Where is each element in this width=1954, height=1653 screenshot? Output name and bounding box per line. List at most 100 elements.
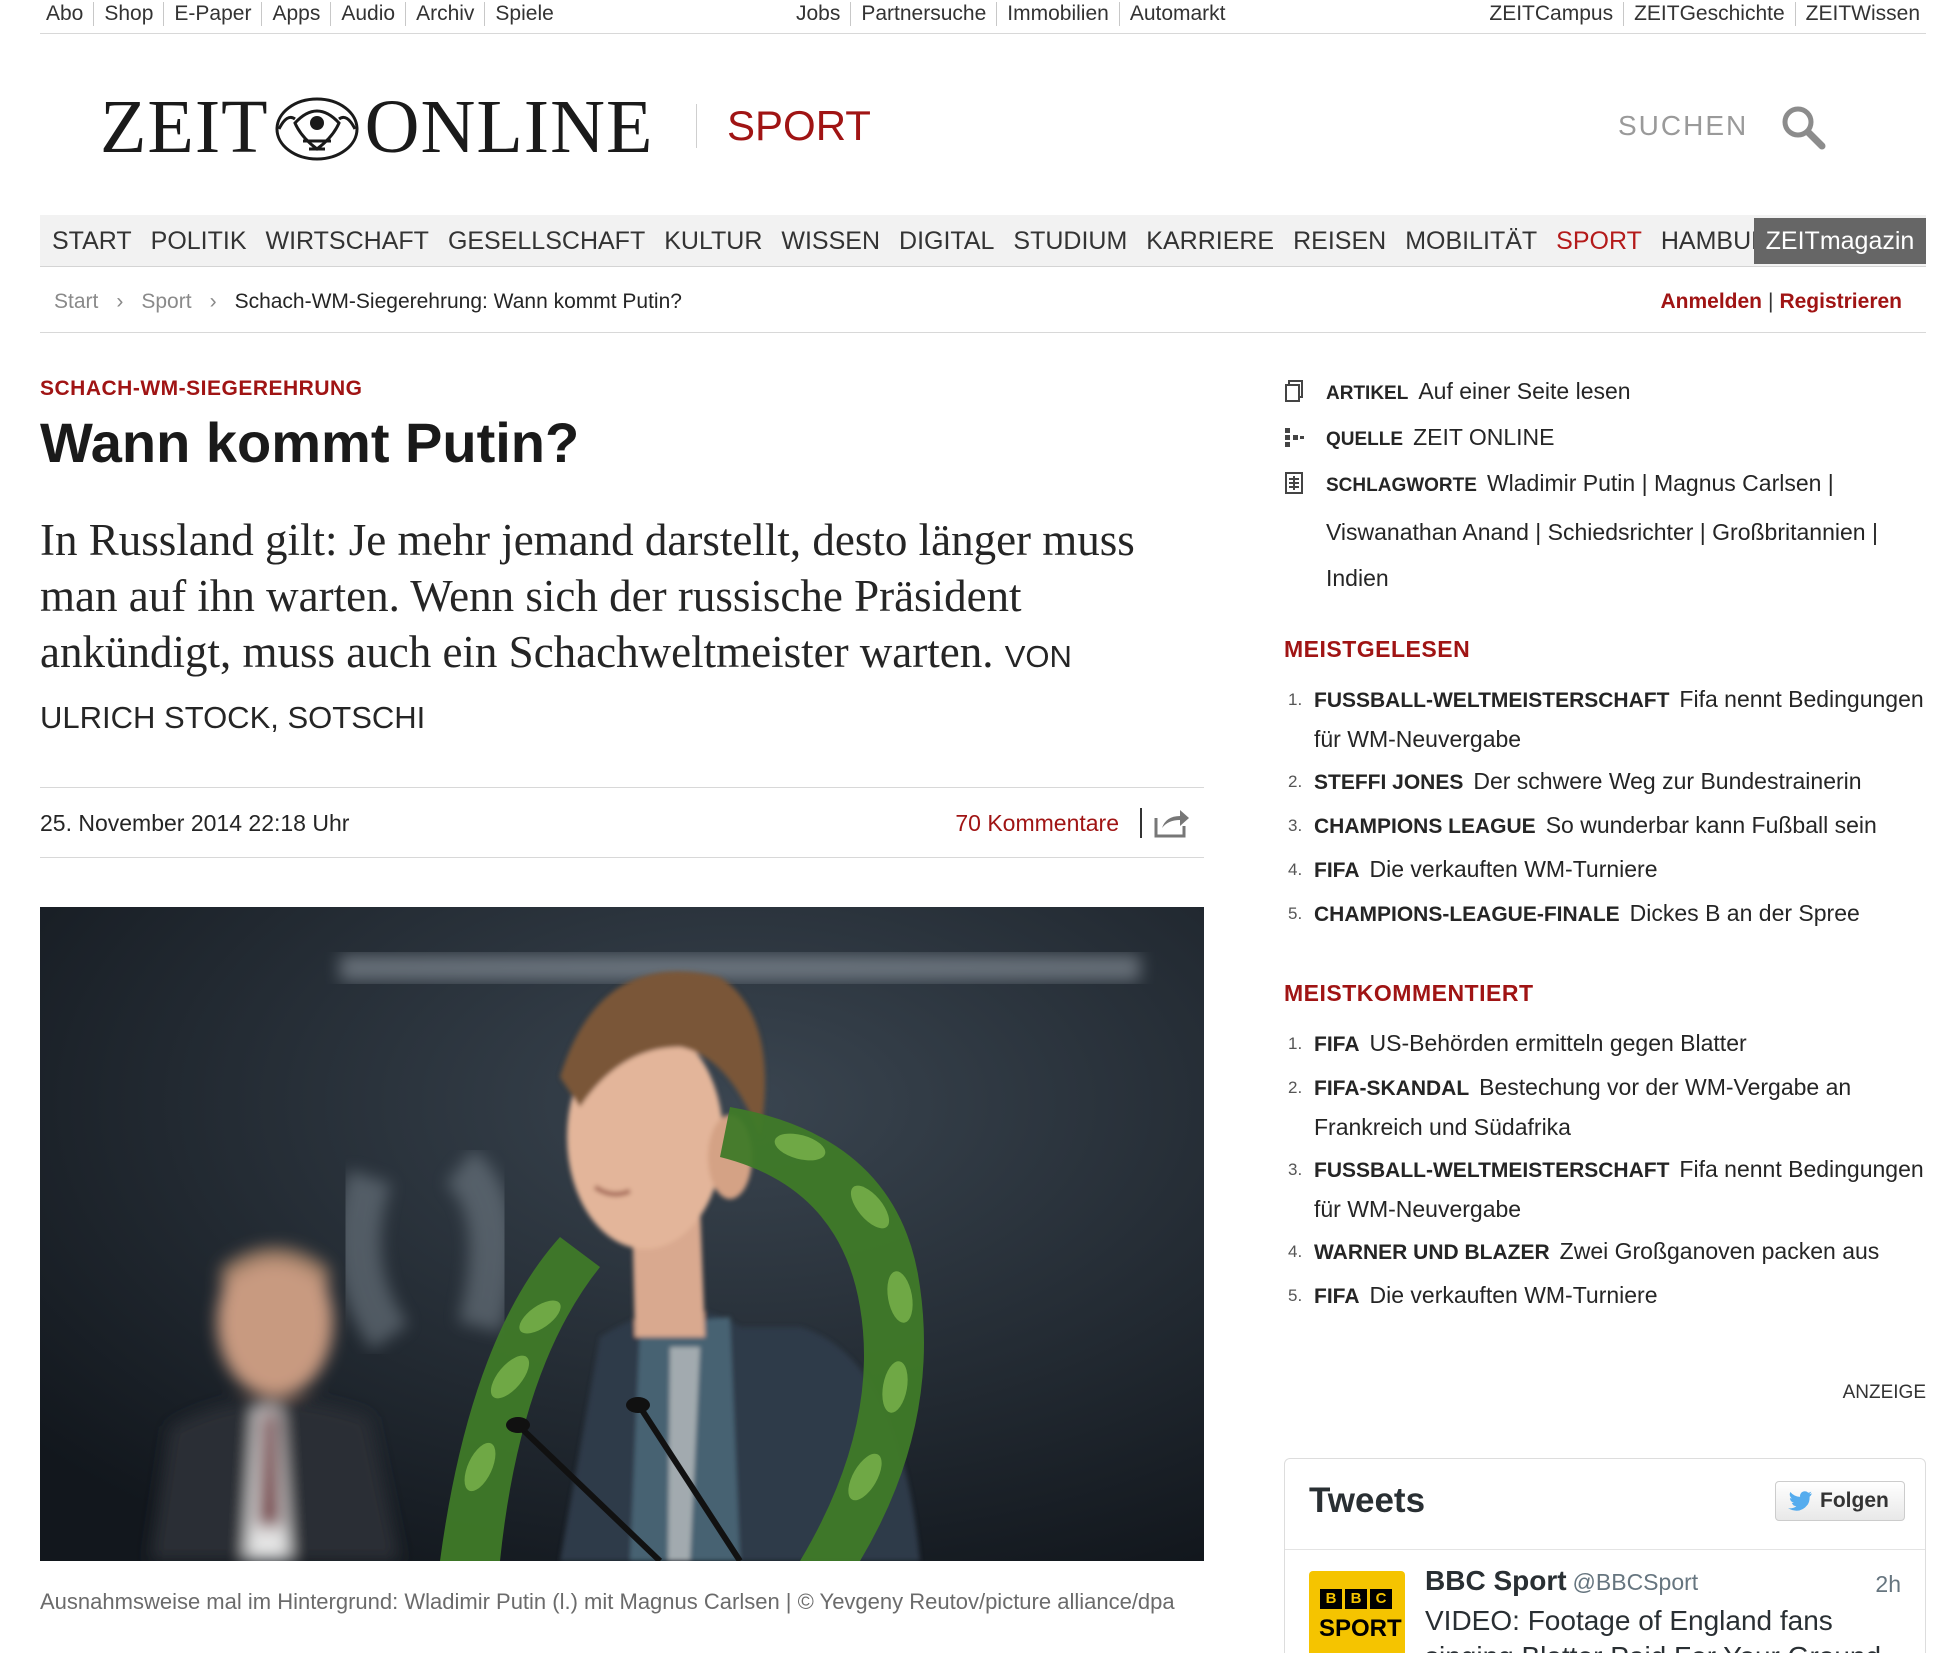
breadcrumb-start[interactable]: Start bbox=[54, 290, 98, 313]
nav-item-studium[interactable]: STUDIUM bbox=[1013, 227, 1127, 256]
avatar[interactable]: B B C SPORT bbox=[1309, 1571, 1405, 1653]
article-kicker: SCHACH-WM-SIEGEREHRUNG bbox=[40, 377, 363, 400]
page-icon bbox=[1285, 380, 1303, 402]
nav-item-reisen[interactable]: REISEN bbox=[1293, 227, 1386, 256]
meta-row-quelle: QUELLE ZEIT ONLINE bbox=[1284, 414, 1555, 463]
service-nav: Abo Shop E-Paper Apps Audio Archiv Spiel… bbox=[40, 0, 1926, 34]
list-item[interactable]: 4. FIFA Die verkauften WM-Turniere bbox=[1284, 850, 1926, 890]
service-link-apps[interactable]: Apps bbox=[262, 2, 332, 26]
nav-item-politik[interactable]: POLITIK bbox=[151, 227, 247, 256]
source-icon bbox=[1285, 428, 1304, 447]
share-icon[interactable] bbox=[1154, 806, 1190, 838]
register-link[interactable]: Registrieren bbox=[1779, 290, 1902, 313]
follow-button[interactable]: Folgen bbox=[1775, 1481, 1905, 1521]
photo-illustration bbox=[40, 907, 1204, 1561]
service-link-automarkt[interactable]: Automarkt bbox=[1120, 2, 1236, 26]
account-links: Anmelden | Registrieren bbox=[1660, 290, 1902, 314]
service-nav-left: Abo Shop E-Paper Apps Audio Archiv Spiel… bbox=[36, 2, 564, 26]
service-link-immobilien[interactable]: Immobilien bbox=[997, 2, 1120, 26]
article-photo bbox=[40, 907, 1204, 1561]
single-page-link[interactable]: Auf einer Seite lesen bbox=[1418, 378, 1630, 404]
list-item[interactable]: 1. FUSSBALL-WELTMEISTERSCHAFT Fifa nennt B… bbox=[1284, 680, 1926, 758]
tweet-author[interactable]: BBC Sport @BBCSport bbox=[1425, 1565, 1698, 1597]
service-link-abo[interactable]: Abo bbox=[36, 2, 95, 26]
search-label[interactable]: SUCHEN bbox=[1618, 110, 1748, 142]
bbc-logo-icon: B B C bbox=[1320, 1589, 1392, 1609]
service-link-zeitwissen[interactable]: ZEITWissen bbox=[1796, 2, 1930, 26]
login-link[interactable]: Anmelden bbox=[1660, 290, 1762, 313]
nav-item-karriere[interactable]: KARRIERE bbox=[1146, 227, 1274, 256]
tweets-title: Tweets bbox=[1309, 1481, 1426, 1520]
article-headline: Wann kommt Putin? bbox=[40, 411, 580, 474]
meta-row-schlagworte: SCHLAGWORTE Wladimir Putin | Magnus Carls… bbox=[1284, 460, 1904, 601]
site-logo[interactable]: ZEIT ONLINE bbox=[100, 84, 653, 171]
photo-caption: Ausnahmsweise mal im Hintergrund: Wladim… bbox=[40, 1589, 1175, 1614]
service-link-partnersuche[interactable]: Partnersuche bbox=[851, 2, 998, 26]
list-item[interactable]: 4. WARNER UND BLAZER Zwei Großganoven pack… bbox=[1284, 1232, 1926, 1272]
meta-label-artikel: ARTIKEL bbox=[1326, 383, 1409, 404]
comments-link[interactable]: 70 Kommentare bbox=[955, 810, 1119, 837]
twitter-widget: Tweets Folgen B B C SPORT BBC Sport @BBCS… bbox=[1284, 1458, 1926, 1653]
meta-label-quelle: QUELLE bbox=[1326, 429, 1404, 450]
list-item[interactable]: 5. CHAMPIONS-LEAGUE-FINALE Dickes B an der… bbox=[1284, 894, 1926, 934]
logo-text-zeit: ZEIT bbox=[100, 85, 269, 169]
list-item[interactable]: 1. FIFA US-Behörden ermitteln gegen Blatte… bbox=[1284, 1024, 1926, 1064]
service-link-zeitcampus[interactable]: ZEITCampus bbox=[1479, 2, 1625, 26]
nav-item-start[interactable]: START bbox=[52, 227, 132, 256]
meistkommentiert-list: 1. FIFA US-Behörden ermitteln gegen Blatte… bbox=[1284, 1024, 1926, 1320]
follow-label: Folgen bbox=[1820, 1489, 1889, 1512]
meistgelesen-title: MEISTGELESEN bbox=[1284, 636, 1471, 662]
divider bbox=[1285, 1549, 1925, 1550]
service-nav-center: Jobs Partnersuche Immobilien Automarkt bbox=[786, 2, 1236, 26]
tweet-author-handle: @BBCSport bbox=[1572, 1569, 1699, 1595]
meta-separator bbox=[1140, 808, 1142, 838]
ad-label: ANZEIGE bbox=[1842, 1382, 1926, 1403]
ressort-title[interactable]: SPORT bbox=[696, 104, 871, 148]
tweet-text: VIDEO: Footage of England fans singing B… bbox=[1425, 1605, 1881, 1653]
breadcrumb-separator: › bbox=[209, 290, 217, 313]
article-teaser: In Russland gilt: Je mehr jemand darstel… bbox=[40, 512, 1180, 746]
tweet-time[interactable]: 2h bbox=[1875, 1571, 1901, 1598]
article-date: 25. November 2014 22:18 Uhr bbox=[40, 810, 350, 836]
nav-item-mobilitaet[interactable]: MOBILITÄT bbox=[1405, 227, 1537, 256]
service-link-spiele[interactable]: Spiele bbox=[485, 2, 563, 26]
breadcrumb-sport[interactable]: Sport bbox=[141, 290, 191, 313]
breadcrumb: Start › Sport › Schach-WM-Siegerehrung: Wann… bbox=[54, 290, 682, 314]
list-item[interactable]: 2. FIFA-SKANDAL Bestechung vor der WM-Verg… bbox=[1284, 1068, 1926, 1146]
breadcrumb-current: Schach-WM-Siegerehrung: Wann kommt Putin… bbox=[234, 290, 682, 313]
service-link-epaper[interactable]: E-Paper bbox=[164, 2, 263, 26]
twitter-bird-icon bbox=[1788, 1491, 1812, 1511]
avatar-sport-text: SPORT bbox=[1319, 1615, 1402, 1642]
nav-item-kultur[interactable]: KULTUR bbox=[664, 227, 762, 256]
list-item[interactable]: 3. CHAMPIONS LEAGUE So wunderbar kann Fußb… bbox=[1284, 806, 1926, 846]
service-link-zeitgeschichte[interactable]: ZEITGeschichte bbox=[1624, 2, 1796, 26]
meta-row-artikel[interactable]: ARTIKEL Auf einer Seite lesen bbox=[1284, 368, 1631, 417]
list-item[interactable]: 3. FUSSBALL-WELTMEISTERSCHAFT Fifa nennt B… bbox=[1284, 1150, 1926, 1228]
service-link-audio[interactable]: Audio bbox=[331, 2, 407, 26]
article-meta: 25. November 2014 22:18 Uhr 70 Kommentar… bbox=[40, 787, 1204, 858]
tag-list-icon bbox=[1285, 472, 1303, 494]
service-nav-right: ZEITCampus ZEITGeschichte ZEITWissen bbox=[1479, 2, 1930, 26]
service-link-shop[interactable]: Shop bbox=[94, 2, 165, 26]
teaser-text: In Russland gilt: Je mehr jemand darstel… bbox=[40, 515, 1135, 677]
service-link-archiv[interactable]: Archiv bbox=[406, 2, 486, 26]
meistkommentiert-title: MEISTKOMMENTIERT bbox=[1284, 980, 1534, 1006]
list-item[interactable]: 2. STEFFI JONES Der schwere Weg zur Bundes… bbox=[1284, 762, 1926, 802]
logo-text-online: ONLINE bbox=[364, 85, 654, 169]
list-item[interactable]: 5. FIFA Die verkauften WM-Turniere bbox=[1284, 1276, 1926, 1316]
service-link-jobs[interactable]: Jobs bbox=[786, 2, 852, 26]
meta-label-schlagworte: SCHLAGWORTE bbox=[1326, 475, 1477, 496]
nav-item-wirtschaft[interactable]: WIRTSCHAFT bbox=[266, 227, 429, 256]
nav-item-zeitmagazin[interactable]: ZEITmagazin bbox=[1754, 218, 1926, 264]
nav-item-wissen[interactable]: WISSEN bbox=[781, 227, 880, 256]
main-nav-items: START POLITIK WIRTSCHAFT GESELLSCHAFT KU… bbox=[52, 227, 1808, 256]
nav-item-gesellschaft[interactable]: GESELLSCHAFT bbox=[448, 227, 645, 256]
breadcrumb-separator: › bbox=[116, 290, 124, 313]
meistgelesen-list: 1. FUSSBALL-WELTMEISTERSCHAFT Fifa nennt B… bbox=[1284, 680, 1926, 938]
search-icon[interactable] bbox=[1780, 104, 1826, 150]
account-separator: | bbox=[1767, 290, 1774, 313]
nav-item-digital[interactable]: DIGITAL bbox=[899, 227, 994, 256]
source-value: ZEIT ONLINE bbox=[1413, 424, 1555, 450]
eagle-seal-icon bbox=[275, 97, 359, 160]
nav-item-sport[interactable]: SPORT bbox=[1556, 227, 1642, 256]
